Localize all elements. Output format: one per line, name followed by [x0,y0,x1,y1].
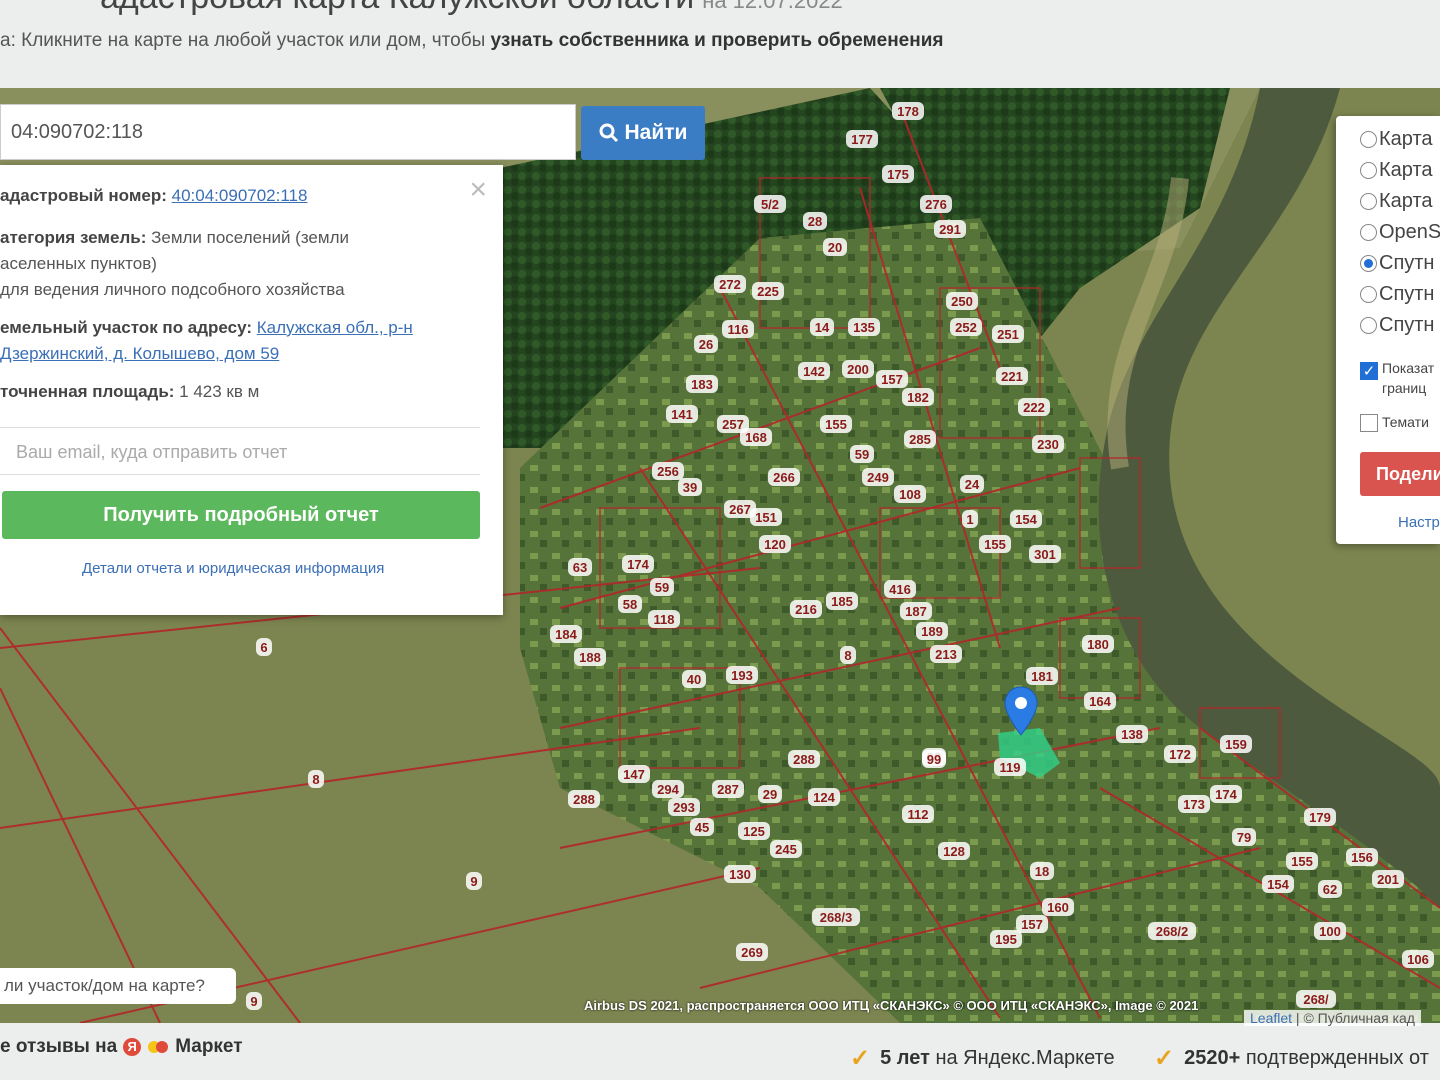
show-borders-label: Показат границ [1382,360,1435,396]
layer-option-2[interactable]: Карта [1360,159,1433,182]
thematic-label: Темати [1382,414,1429,430]
address-row: емельный участок по адресу: Калужская об… [0,318,413,337]
share-button[interactable]: Подели [1360,452,1440,496]
layer-option-3[interactable]: Карта [1360,190,1433,213]
land-usage: для ведения личного подсобного хозяйства [0,280,345,299]
location-marker-icon[interactable] [1004,686,1038,736]
layer-option-5[interactable]: Спутн [1360,252,1434,275]
page-title: адастровая карта Калужской области на 12.… [100,0,843,17]
reviews-prefix: е отзывы на [0,1036,118,1057]
area-row: точненная площадь: 1 423 кв м [0,382,260,401]
layers-panel: Карта Карта Карта OpenS Спутн Спутн Спут… [1336,116,1440,544]
land-category-cont: аселенных пунктов) [0,254,157,273]
market-icon [148,1041,169,1053]
address-link[interactable]: Калужская обл., р-н [257,318,413,337]
map-attribution: Airbus DS 2021, распространяется ООО ИТЦ… [584,998,1199,1013]
cadastral-search-input[interactable]: 04:090702:118 [0,104,576,160]
settings-link[interactable]: Настр [1398,514,1440,531]
email-field[interactable]: Ваш email, куда отправить отчет [0,427,480,475]
search-button[interactable]: Найти [581,106,705,160]
search-icon [599,123,618,143]
land-category-row: атегория земель: Земли поселений (земли [0,228,349,247]
show-borders-checkbox[interactable]: ✓ [1360,362,1378,380]
hint-bold-text: узнать собственника и проверить обремене… [490,30,944,51]
leaflet-attribution: Leaflet | © Публичная кад [1244,1010,1421,1026]
checkmark-icon: ✓ [850,1045,871,1072]
leaflet-rest: | © Публичная кад [1292,1010,1415,1026]
page-title-text: адастровая карта Калужской области [100,0,694,16]
checkmark-icon: ✓ [1154,1045,1175,1072]
cadastral-number-link[interactable]: 40:04:090702:118 [172,186,308,205]
plot-info-popup: × адастровый номер: 40:04:090702:118 ате… [0,165,503,615]
cadastral-number-row: адастровый номер: 40:04:090702:118 [0,186,308,205]
thematic-checkbox[interactable] [1360,414,1378,432]
report-details-link[interactable]: Детали отчета и юридическая информация [82,560,384,577]
close-icon[interactable]: × [469,175,487,205]
help-bubble[interactable]: ли участок/дом на карте? [0,968,236,1004]
leaflet-link[interactable]: Leaflet [1250,1010,1292,1026]
yandex-badge-icon: Я [123,1038,142,1056]
reviews-footer: е отзывы на Я Маркет [0,1036,243,1058]
get-report-button[interactable]: Получить подробный отчет [2,491,480,539]
layer-option-4[interactable]: OpenS [1360,221,1440,244]
address-row-cont: Дзержинский, д. Колышево, дом 59 [0,341,279,367]
layer-option-1[interactable]: Карта [1360,128,1433,151]
footer-confirmed-reviews: ✓ 2520+ подтвержденных от [1154,1045,1429,1072]
layer-option-7[interactable]: Спутн [1360,314,1434,337]
layer-option-6[interactable]: Спутн [1360,283,1434,306]
footer-years-on-market: ✓ 5 лет на Яндекс.Маркете [850,1045,1115,1072]
search-button-label: Найти [624,121,688,144]
map-hint: а: Кликните на карте на любой участок ил… [0,30,944,52]
page-date: на 12.07.2022 [702,0,843,13]
hint-text: а: Кликните на карте на любой участок ил… [0,30,486,51]
market-link[interactable]: Маркет [175,1036,242,1058]
address-link-cont[interactable]: Дзержинский, д. Колышево, дом 59 [0,344,279,363]
